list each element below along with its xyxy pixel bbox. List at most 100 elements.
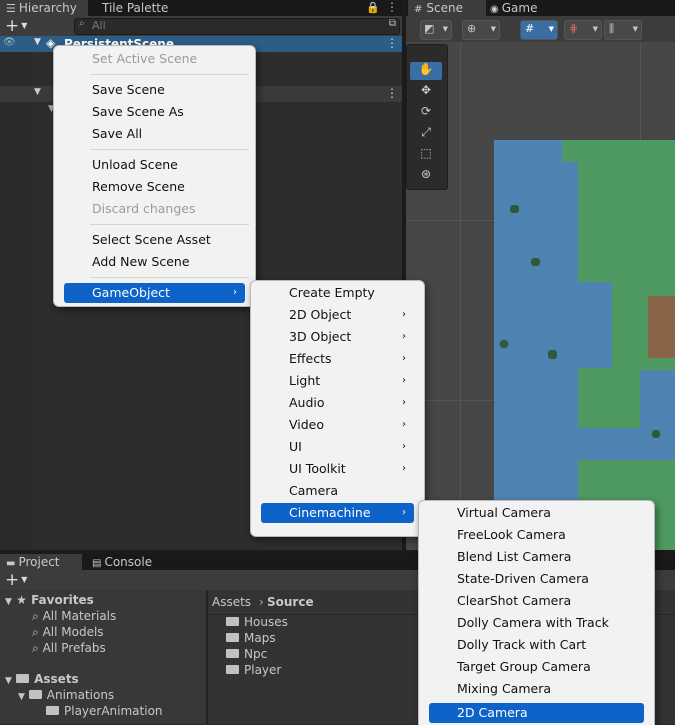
orientation-dropdown[interactable]: ⊕ ▼	[462, 20, 500, 40]
menu-item-label: State-Driven Camera	[457, 571, 589, 586]
transform-tool-icon[interactable]: ⊛	[410, 167, 442, 185]
favorites-header[interactable]: ▼ ★ Favorites	[5, 593, 94, 607]
asset-tree-label: PlayerAnimation	[64, 704, 163, 718]
menu-item-camera[interactable]: Camera	[261, 481, 414, 501]
menu-item-video[interactable]: Video ›	[261, 415, 414, 435]
tab-tile-palette[interactable]: Tile Palette	[96, 0, 174, 16]
tab-console[interactable]: ▤ Console	[86, 554, 158, 570]
tab-project[interactable]: ▬ Project	[0, 554, 82, 570]
folder-icon	[226, 633, 239, 642]
folder-icon: ▬	[6, 558, 16, 569]
favorite-item[interactable]: ⌕ All Models	[32, 625, 104, 640]
grid-snap-toggle[interactable]: # ▼	[520, 20, 558, 40]
folder-item[interactable]: Player	[226, 663, 281, 677]
menu-item-3d-object[interactable]: 3D Object ›	[261, 327, 414, 347]
favorite-label: All Prefabs	[42, 641, 106, 655]
hierarchy-search-input[interactable]: ⌕ All ⧉	[74, 18, 400, 35]
menu-item-save-scene-as[interactable]: Save Scene As	[64, 102, 245, 122]
assets-header[interactable]: ▼ Assets	[5, 672, 79, 686]
expand-arrow-icon[interactable]: ▼	[34, 87, 41, 97]
breadcrumb-source[interactable]: Source	[267, 595, 314, 609]
menu-item-set-active-scene[interactable]: Set Active Scene	[64, 49, 245, 69]
folder-item[interactable]: Houses	[226, 615, 288, 629]
game-tab-icon: ◉	[490, 4, 499, 15]
tilemap-grass	[562, 140, 675, 162]
more-options-icon[interactable]: ⋮	[386, 0, 398, 14]
menu-item-label: Unload Scene	[92, 157, 178, 172]
console-icon: ▤	[92, 558, 102, 569]
scale-tool-icon[interactable]: ⤢	[410, 125, 442, 143]
increment-snap-dropdown[interactable]: ⫼ ▼	[604, 20, 642, 40]
rock	[652, 430, 660, 438]
menu-item-unload-scene[interactable]: Unload Scene	[64, 155, 245, 175]
tab-console-label: Console	[104, 555, 153, 569]
lock-icon[interactable]: 🔒	[366, 1, 380, 14]
chevron-right-icon: ›	[402, 507, 406, 518]
chevron-right-icon: ›	[259, 595, 264, 609]
chevron-right-icon: ›	[402, 441, 406, 452]
folder-icon	[28, 690, 42, 699]
search-icon: ⌕	[32, 641, 39, 655]
chevron-right-icon: ›	[233, 287, 237, 298]
tab-hierarchy[interactable]: ☰ Hierarchy	[0, 0, 88, 16]
favorite-item[interactable]: ⌕ All Prefabs	[32, 641, 106, 656]
menu-item-discard-changes[interactable]: Discard changes	[64, 199, 245, 219]
asset-tree-item[interactable]: PlayerAnimation	[46, 704, 163, 718]
menu-item-blend-list-camera[interactable]: Blend List Camera	[429, 547, 644, 567]
expand-arrow-icon: ▼	[5, 676, 12, 686]
menu-item-select-scene-asset[interactable]: Select Scene Asset	[64, 230, 245, 250]
folder-icon	[46, 706, 59, 715]
menu-item-freelook-camera[interactable]: FreeLook Camera	[429, 525, 644, 545]
menu-item-remove-scene[interactable]: Remove Scene	[64, 177, 245, 197]
assets-label: Assets	[34, 672, 79, 686]
draw-mode-dropdown[interactable]: ◩ ▼	[420, 20, 452, 40]
rotate-tool-icon[interactable]: ⟳	[410, 104, 442, 122]
favorites-label: Favorites	[31, 593, 94, 607]
menu-item-ui[interactable]: UI ›	[261, 437, 414, 457]
menu-item-gameobject[interactable]: GameObject ›	[64, 283, 245, 303]
menu-item-create-empty[interactable]: Create Empty	[261, 283, 414, 303]
folder-item[interactable]: Npc	[226, 647, 267, 661]
snap-settings-dropdown[interactable]: ⋕ ▼	[564, 20, 602, 40]
menu-item-virtual-camera[interactable]: Virtual Camera	[429, 503, 644, 523]
menu-item-2d-camera[interactable]: 2D Camera	[429, 703, 644, 723]
chevron-right-icon: ›	[402, 463, 406, 474]
visibility-icon[interactable]: 👁	[3, 37, 16, 48]
tab-scene[interactable]: # Scene	[408, 0, 486, 16]
rect-tool-icon[interactable]: ⬚	[410, 146, 442, 164]
menu-item-2d-object[interactable]: 2D Object ›	[261, 305, 414, 325]
hand-tool-icon[interactable]: ✋	[410, 62, 442, 80]
menu-item-label: Add New Scene	[92, 254, 190, 269]
menu-item-state-driven-camera[interactable]: State-Driven Camera	[429, 569, 644, 589]
menu-item-mixing-camera[interactable]: Mixing Camera	[429, 679, 644, 699]
menu-item-light[interactable]: Light ›	[261, 371, 414, 391]
move-tool-icon[interactable]: ✥	[410, 83, 442, 101]
expand-arrow-icon[interactable]: ▼	[34, 37, 41, 47]
asset-tree-item[interactable]: ▼ Animations	[18, 688, 114, 702]
chevron-down-icon: ▼	[490, 25, 496, 33]
folder-label: Maps	[244, 631, 276, 645]
scene-menu-icon[interactable]: ⋮	[386, 86, 398, 100]
menu-item-dolly-camera-with-track[interactable]: Dolly Camera with Track	[429, 613, 644, 633]
menu-item-clearshot-camera[interactable]: ClearShot Camera	[429, 591, 644, 611]
scene-menu-icon[interactable]: ⋮	[386, 36, 398, 50]
search-filter-icon[interactable]: ⧉	[389, 18, 396, 29]
menu-item-target-group-camera[interactable]: Target Group Camera	[429, 657, 644, 677]
folder-item[interactable]: Maps	[226, 631, 276, 645]
menu-item-audio[interactable]: Audio ›	[261, 393, 414, 413]
star-icon: ★	[16, 593, 27, 607]
search-icon: ⌕	[32, 609, 39, 623]
menu-item-ui-toolkit[interactable]: UI Toolkit ›	[261, 459, 414, 479]
menu-item-add-new-scene[interactable]: Add New Scene	[64, 252, 245, 272]
menu-item-cinemachine[interactable]: Cinemachine ›	[261, 503, 414, 523]
menu-item-save-all[interactable]: Save All	[64, 124, 245, 144]
globe-icon: ⊕	[467, 22, 477, 35]
menu-item-dolly-track-with-cart[interactable]: Dolly Track with Cart	[429, 635, 644, 655]
menu-item-save-scene[interactable]: Save Scene	[64, 80, 245, 100]
tilemap-grass	[578, 368, 640, 428]
menu-item-label: GameObject	[92, 285, 170, 300]
menu-item-effects[interactable]: Effects ›	[261, 349, 414, 369]
tab-game[interactable]: ◉ Game	[484, 0, 543, 16]
breadcrumb-assets[interactable]: Assets	[212, 595, 251, 609]
favorite-item[interactable]: ⌕ All Materials	[32, 609, 116, 624]
